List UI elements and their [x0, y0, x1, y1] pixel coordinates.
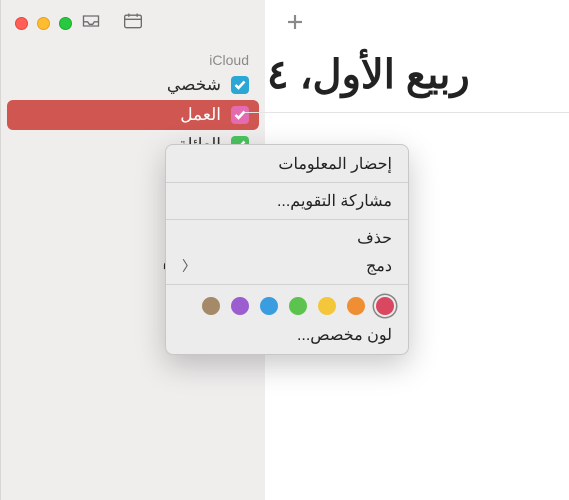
color-swatch[interactable]	[289, 297, 307, 315]
checkbox-icon[interactable]	[231, 76, 249, 94]
color-swatch[interactable]	[318, 297, 336, 315]
inbox-icon[interactable]	[81, 12, 101, 35]
color-swatch[interactable]	[347, 297, 365, 315]
calendar-item[interactable]: العمل	[7, 100, 259, 130]
color-swatch[interactable]	[376, 297, 394, 315]
color-swatch[interactable]	[202, 297, 220, 315]
section-label-icloud: iCloud	[1, 46, 265, 70]
titlebar	[1, 0, 265, 46]
divider	[245, 112, 569, 113]
minimize-icon[interactable]	[37, 17, 50, 30]
window-controls	[15, 17, 72, 30]
checkbox-icon[interactable]	[231, 106, 249, 124]
menu-share-calendar[interactable]: مشاركة التقويم...	[166, 187, 408, 215]
color-swatch[interactable]	[260, 297, 278, 315]
page-title: ربيع الأول، ٤	[265, 46, 569, 112]
context-menu: إحضار المعلومات مشاركة التقويم... حذف دم…	[165, 144, 409, 355]
menu-delete[interactable]: حذف	[166, 224, 408, 252]
menu-get-info[interactable]: إحضار المعلومات	[166, 150, 408, 178]
color-swatch[interactable]	[231, 297, 249, 315]
color-picker-row	[166, 289, 408, 321]
calendar-item[interactable]: شخصي	[7, 70, 259, 100]
menu-merge[interactable]: دمج 〈	[166, 252, 408, 280]
chevron-left-icon: 〈	[182, 256, 196, 276]
calendar-label: العمل	[17, 105, 221, 125]
calendar-icon[interactable]	[123, 12, 143, 35]
menu-custom-color[interactable]: لون مخصص...	[166, 321, 408, 349]
add-icon[interactable]	[283, 12, 305, 34]
calendar-label: شخصي	[17, 75, 221, 95]
maximize-icon[interactable]	[59, 17, 72, 30]
close-icon[interactable]	[15, 17, 28, 30]
